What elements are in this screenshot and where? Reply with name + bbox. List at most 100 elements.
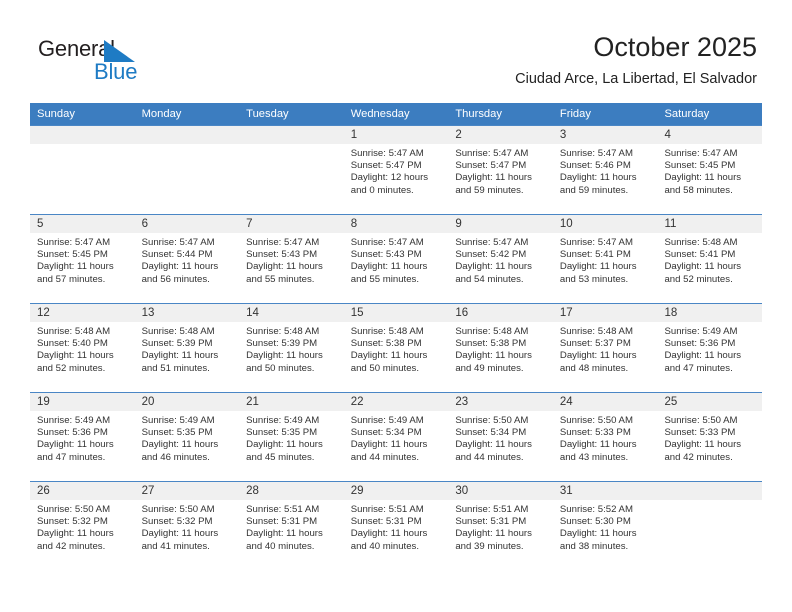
daylight-text-line1: Daylight: 11 hours [350,439,428,451]
daylight-text-line1: Daylight: 11 hours [350,261,428,273]
day-number: 24 [552,393,658,411]
day-cell[interactable]: 22 Sunrise: 5:49 AM Sunset: 5:34 PM Dayl… [343,393,449,481]
day-details: Sunrise: 5:50 AM Sunset: 5:33 PM Dayligh… [657,411,762,464]
day-cell[interactable]: 7 Sunrise: 5:47 AM Sunset: 5:43 PM Dayli… [239,215,344,303]
week-row: 1 Sunrise: 5:47 AM Sunset: 5:47 PM Dayli… [30,125,763,214]
title-block: October 2025 Ciudad Arce, La Libertad, E… [515,30,757,89]
day-number: 14 [239,304,344,322]
day-cell[interactable]: 27 Sunrise: 5:50 AM Sunset: 5:32 PM Dayl… [134,482,240,570]
sunset-text: Sunset: 5:41 PM [664,249,736,261]
daylight-text-line1: Daylight: 11 hours [664,261,742,273]
day-cell[interactable] [239,126,344,214]
sunrise-text: Sunrise: 5:51 AM [350,504,424,515]
daylight-text-line1: Daylight: 11 hours [559,261,637,273]
daylight-text-line2: and 45 minutes. [246,451,315,463]
daylight-text-line1: Daylight: 11 hours [141,439,219,451]
sunrise-text: Sunrise: 5:48 AM [37,326,111,337]
day-cell[interactable]: 11 Sunrise: 5:48 AM Sunset: 5:41 PM Dayl… [657,215,763,303]
day-number: 21 [239,393,344,411]
day-cell[interactable]: 29 Sunrise: 5:51 AM Sunset: 5:31 PM Dayl… [343,482,449,570]
sunrise-text: Sunrise: 5:47 AM [37,237,111,248]
sunset-text: Sunset: 5:45 PM [664,160,736,172]
day-details: Sunrise: 5:47 AM Sunset: 5:47 PM Dayligh… [448,144,553,197]
sunrise-text: Sunrise: 5:51 AM [246,504,320,515]
daylight-text-line1: Daylight: 12 hours [350,172,429,184]
day-cell[interactable] [134,126,240,214]
daylight-text-line2: and 39 minutes. [455,540,524,552]
day-details: Sunrise: 5:49 AM Sunset: 5:34 PM Dayligh… [344,411,449,464]
sunrise-text: Sunrise: 5:48 AM [559,326,633,337]
daylight-text-line2: and 50 minutes. [246,362,315,374]
day-cell[interactable]: 26 Sunrise: 5:50 AM Sunset: 5:32 PM Dayl… [30,482,135,570]
sunrise-text: Sunrise: 5:50 AM [559,415,633,426]
day-cell[interactable]: 12 Sunrise: 5:48 AM Sunset: 5:40 PM Dayl… [30,304,135,392]
sunrise-text: Sunrise: 5:50 AM [664,415,738,426]
day-cell[interactable]: 13 Sunrise: 5:48 AM Sunset: 5:39 PM Dayl… [134,304,240,392]
day-cell[interactable]: 20 Sunrise: 5:49 AM Sunset: 5:35 PM Dayl… [134,393,240,481]
day-details: Sunrise: 5:50 AM Sunset: 5:32 PM Dayligh… [135,500,240,553]
day-cell[interactable]: 30 Sunrise: 5:51 AM Sunset: 5:31 PM Dayl… [448,482,553,570]
day-number: 19 [30,393,135,411]
day-number: 26 [30,482,135,500]
sunrise-text: Sunrise: 5:47 AM [664,148,738,159]
daylight-text-line2: and 40 minutes. [246,540,315,552]
sunrise-text: Sunrise: 5:48 AM [455,326,529,337]
daylight-text-line1: Daylight: 11 hours [246,261,323,273]
day-number: 27 [134,482,240,500]
sunset-text: Sunset: 5:46 PM [559,160,631,172]
day-cell[interactable]: 16 Sunrise: 5:48 AM Sunset: 5:38 PM Dayl… [448,304,553,392]
day-cell[interactable]: 25 Sunrise: 5:50 AM Sunset: 5:33 PM Dayl… [657,393,763,481]
daylight-text-line2: and 44 minutes. [350,451,420,463]
sunset-text: Sunset: 5:31 PM [350,516,422,528]
day-cell[interactable]: 15 Sunrise: 5:48 AM Sunset: 5:38 PM Dayl… [343,304,449,392]
sunrise-text: Sunrise: 5:51 AM [455,504,529,515]
sunset-text: Sunset: 5:37 PM [559,338,631,350]
day-cell[interactable]: 21 Sunrise: 5:49 AM Sunset: 5:35 PM Dayl… [239,393,344,481]
day-cell[interactable]: 1 Sunrise: 5:47 AM Sunset: 5:47 PM Dayli… [343,126,449,214]
day-details: Sunrise: 5:48 AM Sunset: 5:39 PM Dayligh… [239,322,344,375]
day-cell[interactable]: 23 Sunrise: 5:50 AM Sunset: 5:34 PM Dayl… [448,393,553,481]
day-details: Sunrise: 5:47 AM Sunset: 5:43 PM Dayligh… [239,233,344,286]
day-number: 16 [448,304,553,322]
day-cell[interactable]: 28 Sunrise: 5:51 AM Sunset: 5:31 PM Dayl… [239,482,344,570]
sunset-text: Sunset: 5:34 PM [350,427,422,439]
general-blue-logo[interactable]: General Blue [38,36,168,86]
sunset-text: Sunset: 5:39 PM [141,338,213,350]
day-cell[interactable]: 5 Sunrise: 5:47 AM Sunset: 5:45 PM Dayli… [30,215,135,303]
daylight-text-line2: and 51 minutes. [141,362,210,374]
day-cell[interactable]: 10 Sunrise: 5:47 AM Sunset: 5:41 PM Dayl… [552,215,658,303]
daylight-text-line1: Daylight: 11 hours [455,350,532,362]
day-number: 12 [30,304,135,322]
day-cell[interactable]: 18 Sunrise: 5:49 AM Sunset: 5:36 PM Dayl… [657,304,763,392]
day-number: 20 [134,393,240,411]
day-cell[interactable]: 6 Sunrise: 5:47 AM Sunset: 5:44 PM Dayli… [134,215,240,303]
day-number: 8 [343,215,449,233]
day-cell[interactable]: 31 Sunrise: 5:52 AM Sunset: 5:30 PM Dayl… [552,482,658,570]
day-cell[interactable]: 4 Sunrise: 5:47 AM Sunset: 5:45 PM Dayli… [657,126,763,214]
page-subtitle: Ciudad Arce, La Libertad, El Salvador [515,71,757,87]
daylight-text-line1: Daylight: 11 hours [37,439,114,451]
week-row: 5 Sunrise: 5:47 AM Sunset: 5:45 PM Dayli… [30,214,763,303]
daylight-text-line1: Daylight: 11 hours [664,172,742,184]
day-cell[interactable]: 8 Sunrise: 5:47 AM Sunset: 5:43 PM Dayli… [343,215,449,303]
sunset-text: Sunset: 5:34 PM [455,427,527,439]
sunrise-text: Sunrise: 5:47 AM [350,237,424,248]
daylight-text-line2: and 0 minutes. [350,184,414,196]
sunset-text: Sunset: 5:47 PM [455,160,527,172]
day-cell[interactable]: 2 Sunrise: 5:47 AM Sunset: 5:47 PM Dayli… [448,126,553,214]
daylight-text-line2: and 52 minutes. [664,273,733,285]
day-cell[interactable]: 14 Sunrise: 5:48 AM Sunset: 5:39 PM Dayl… [239,304,344,392]
day-cell[interactable]: 19 Sunrise: 5:49 AM Sunset: 5:36 PM Dayl… [30,393,135,481]
day-cell[interactable] [30,126,135,214]
day-cell[interactable]: 24 Sunrise: 5:50 AM Sunset: 5:33 PM Dayl… [552,393,658,481]
day-cell[interactable]: 3 Sunrise: 5:47 AM Sunset: 5:46 PM Dayli… [552,126,658,214]
daylight-text-line1: Daylight: 11 hours [141,528,219,540]
day-details: Sunrise: 5:47 AM Sunset: 5:45 PM Dayligh… [30,233,135,286]
day-cell[interactable] [657,482,763,570]
day-cell[interactable]: 9 Sunrise: 5:47 AM Sunset: 5:42 PM Dayli… [448,215,553,303]
sunset-text: Sunset: 5:32 PM [37,516,108,528]
sunset-text: Sunset: 5:41 PM [559,249,631,261]
sunset-text: Sunset: 5:36 PM [664,338,736,350]
day-cell[interactable]: 17 Sunrise: 5:48 AM Sunset: 5:37 PM Dayl… [552,304,658,392]
day-details: Sunrise: 5:47 AM Sunset: 5:45 PM Dayligh… [657,144,762,197]
